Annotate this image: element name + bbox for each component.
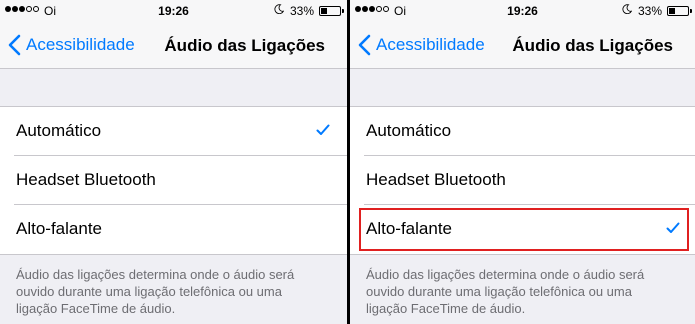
status-bar: Oi 19:26 33%: [0, 0, 347, 22]
option-alto-falante[interactable]: Alto-falante: [0, 205, 347, 254]
comparison-screenshot: Oi 19:26 33% Acessibilidade Áudio das Li…: [0, 0, 695, 324]
screen-left: Oi 19:26 33% Acessibilidade Áudio das Li…: [0, 0, 347, 324]
footer-line: ouvido durante uma ligação telefônica ou…: [16, 284, 282, 299]
footer-line: ouvido durante uma ligação telefônica ou…: [366, 284, 632, 299]
battery-level: [669, 8, 675, 14]
screen-right: Oi 19:26 33% Acessibilidade Áudio das Li…: [350, 0, 695, 324]
option-automatico[interactable]: Automático: [0, 107, 347, 156]
options-list: Automático Headset Bluetooth Alto-falant…: [0, 106, 347, 255]
option-label: Automático: [16, 121, 102, 140]
battery-nub: [690, 9, 692, 13]
battery-icon: [667, 6, 689, 16]
navigation-bar: Acessibilidade Áudio das Ligações: [350, 22, 695, 69]
checkmark-icon: [316, 124, 330, 135]
section-footer-text: Áudio das ligações determina onde o áudi…: [16, 266, 337, 317]
page-title: Áudio das Ligações: [512, 36, 673, 55]
moon-icon: [274, 4, 284, 14]
battery-level: [321, 8, 327, 14]
option-label: Headset Bluetooth: [16, 170, 156, 189]
chevron-left-icon: [8, 34, 21, 56]
options-list: Automático Headset Bluetooth Alto-falant…: [350, 106, 695, 255]
footer-line: ligação FaceTime de áudio.: [366, 301, 526, 316]
option-label: Automático: [366, 121, 452, 140]
navigation-bar: Acessibilidade Áudio das Ligações: [0, 22, 347, 69]
footer-line: ligação FaceTime de áudio.: [16, 301, 176, 316]
option-alto-falante[interactable]: Alto-falante: [350, 205, 695, 254]
option-automatico[interactable]: Automático: [350, 107, 695, 156]
option-label: Alto-falante: [16, 219, 102, 238]
battery-nub: [342, 9, 344, 13]
back-button-label: Acessibilidade: [376, 35, 485, 54]
option-label: Alto-falante: [366, 219, 452, 238]
back-button[interactable]: Acessibilidade: [8, 34, 135, 56]
moon-icon: [622, 4, 632, 14]
chevron-left-icon: [358, 34, 371, 56]
option-label: Headset Bluetooth: [366, 170, 506, 189]
footer-line: Áudio das ligações determina onde o áudi…: [16, 267, 295, 282]
back-button[interactable]: Acessibilidade: [358, 34, 485, 56]
option-headset-bluetooth[interactable]: Headset Bluetooth: [350, 156, 695, 205]
page-title: Áudio das Ligações: [164, 36, 325, 55]
back-button-label: Acessibilidade: [26, 35, 135, 54]
footer-line: Áudio das ligações determina onde o áudi…: [366, 267, 645, 282]
battery-percentage: 33%: [289, 4, 314, 18]
checkmark-icon: [666, 222, 680, 233]
option-headset-bluetooth[interactable]: Headset Bluetooth: [0, 156, 347, 205]
status-bar: Oi 19:26 33%: [350, 0, 695, 22]
battery-percentage: 33%: [637, 4, 662, 18]
section-footer-text: Áudio das ligações determina onde o áudi…: [366, 266, 685, 317]
battery-icon: [319, 6, 341, 16]
